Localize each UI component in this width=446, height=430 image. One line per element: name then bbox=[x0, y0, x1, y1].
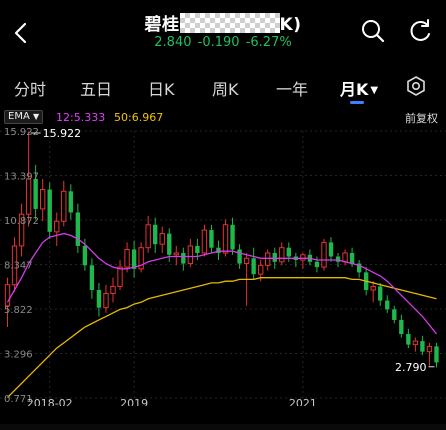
candle-body-down bbox=[328, 242, 334, 257]
candle-body-up bbox=[117, 266, 123, 287]
candle-body-down bbox=[349, 252, 355, 264]
search-icon[interactable] bbox=[359, 17, 387, 45]
price-change: -0.190 bbox=[197, 35, 240, 50]
tab-monthly-k[interactable]: 月K ▼ bbox=[340, 76, 378, 100]
candle-body-up bbox=[265, 252, 271, 266]
candle-body-down bbox=[378, 286, 383, 301]
candle-body-up bbox=[145, 224, 151, 249]
tab-one-year[interactable]: 一年 bbox=[276, 76, 308, 100]
candle-body-down bbox=[89, 265, 95, 290]
candle-body-down bbox=[153, 224, 158, 245]
y-tick-label: 5.822 bbox=[4, 305, 33, 316]
ma12-value: 12:5.333 bbox=[56, 111, 106, 124]
last-price: 2.840 bbox=[154, 35, 192, 50]
candle-body-down bbox=[434, 346, 439, 363]
candle-body-up bbox=[187, 245, 194, 265]
tab-monthly-k-label: 月K bbox=[340, 80, 369, 99]
tab-five-day[interactable]: 五日 bbox=[80, 76, 112, 100]
candle-body-up bbox=[39, 189, 46, 210]
last-price-label: 2.790 bbox=[395, 361, 427, 374]
high-price-label: 15.922 bbox=[43, 127, 81, 140]
caret-down-icon: ▼ bbox=[370, 85, 379, 96]
candle-body-down bbox=[230, 224, 235, 250]
ma12-line bbox=[6, 232, 438, 335]
candle-body-down bbox=[272, 252, 277, 262]
candle-body-up bbox=[159, 233, 165, 245]
ma50-line bbox=[7, 277, 437, 398]
candle-body-down bbox=[82, 245, 88, 266]
caret-down-icon: ▼ bbox=[32, 112, 40, 121]
candle-body-up bbox=[25, 178, 32, 215]
tab-daily-k[interactable]: 日K bbox=[148, 76, 175, 100]
candle-body-down bbox=[399, 319, 404, 335]
candle-body-up bbox=[201, 229, 208, 254]
indicator-row: EMA ▼ 12:5.333 50:6.967 前复权 bbox=[0, 108, 446, 126]
candle-body-down bbox=[47, 189, 52, 232]
candle-body-up bbox=[243, 257, 250, 265]
candle-body-up bbox=[412, 340, 419, 346]
stock-name-suffix: K) bbox=[279, 15, 302, 35]
y-tick-label: 8.347 bbox=[4, 260, 33, 271]
ma50-value: 50:6.967 bbox=[114, 111, 164, 124]
candle-body-down bbox=[131, 249, 137, 269]
candle-body-down bbox=[314, 261, 320, 268]
candle-body-up bbox=[124, 248, 130, 268]
candle-body-down bbox=[286, 247, 291, 257]
candle-body-up bbox=[300, 254, 306, 261]
candle-body-down bbox=[385, 300, 390, 310]
candle-body-down bbox=[33, 178, 38, 209]
candle-body-up bbox=[342, 252, 348, 263]
candle-body-down bbox=[195, 245, 200, 253]
redacted-name-mask bbox=[179, 13, 280, 33]
candle-body-up bbox=[321, 241, 327, 268]
ema-label: EMA bbox=[8, 111, 30, 122]
x-tick-label: 2021 bbox=[289, 397, 317, 406]
y-tick-label: 3.296 bbox=[4, 350, 33, 361]
candle-body-down bbox=[96, 289, 102, 308]
candle-body-down bbox=[209, 230, 214, 248]
y-tick-label: 10.872 bbox=[4, 216, 39, 227]
price-change-percent: -6.27% bbox=[245, 35, 292, 50]
candle-body-down bbox=[181, 252, 186, 264]
candle-body-down bbox=[167, 233, 172, 255]
candle-body-down bbox=[392, 309, 397, 320]
candle-body-down bbox=[406, 334, 411, 345]
period-tabs: 分时 五日 日K 周K 一年 月K ▼ bbox=[0, 62, 446, 108]
candle-body-up bbox=[370, 285, 376, 291]
candle-body-down bbox=[251, 258, 256, 275]
candle-body-up bbox=[103, 293, 109, 309]
x-tick-label: 2019 bbox=[120, 397, 148, 406]
candle-body-up bbox=[4, 284, 11, 307]
volume-strip bbox=[0, 424, 446, 430]
tab-weekly-k[interactable]: 周K bbox=[212, 76, 239, 100]
candle-body-up bbox=[173, 252, 179, 256]
adjust-mode-toggle[interactable]: 前复权 bbox=[405, 110, 438, 126]
y-tick-label: 13.397 bbox=[4, 171, 39, 182]
header: 碧桂 K) 2.840 -0.190 -6.27% bbox=[0, 0, 446, 60]
active-tab-indicator bbox=[350, 101, 364, 104]
candle-body-up bbox=[279, 247, 285, 263]
tab-intraday[interactable]: 分时 bbox=[14, 76, 46, 100]
candle-body-up bbox=[257, 264, 264, 275]
candle-body-up bbox=[110, 285, 116, 295]
candle-body-down bbox=[237, 249, 242, 264]
monthly-k-chart[interactable]: 15.92213.39710.8728.3475.8223.2960.77120… bbox=[0, 126, 446, 406]
candle-body-up bbox=[222, 224, 229, 254]
stock-name-prefix: 碧桂 bbox=[144, 15, 180, 35]
chart-settings-icon[interactable] bbox=[404, 74, 432, 102]
candle-body-up bbox=[54, 220, 60, 233]
refresh-icon[interactable] bbox=[406, 17, 434, 45]
candle-body-down bbox=[68, 191, 73, 213]
candle-body-up bbox=[426, 345, 433, 353]
candle-body-down bbox=[75, 212, 81, 246]
candle-body-down bbox=[420, 341, 425, 352]
ema-selector[interactable]: EMA ▼ bbox=[4, 110, 44, 124]
x-tick-label: 2018-02 bbox=[27, 397, 73, 406]
candle-body-up bbox=[61, 190, 67, 222]
